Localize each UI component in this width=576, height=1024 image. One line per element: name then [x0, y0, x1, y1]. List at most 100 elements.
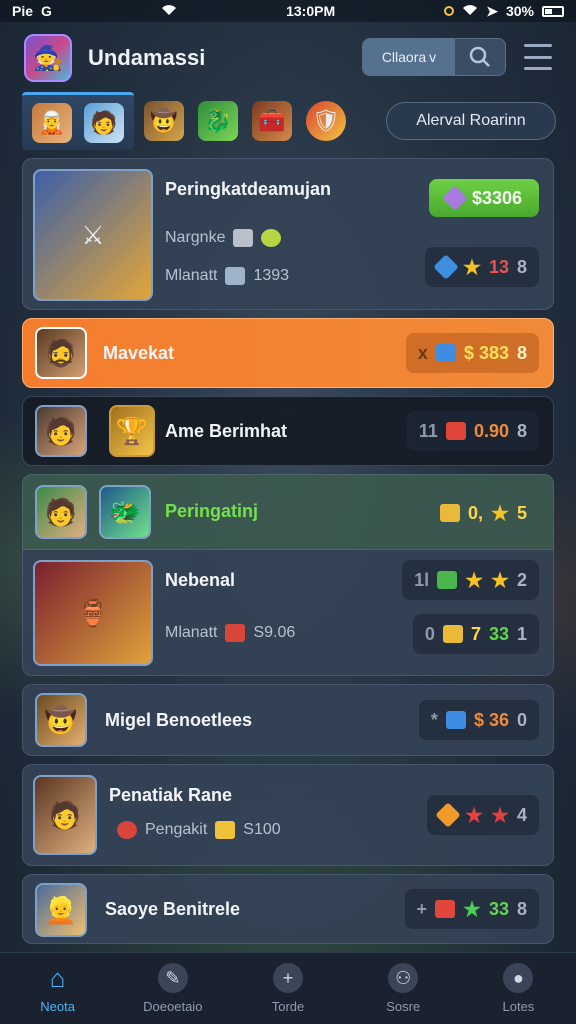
nav-add[interactable]: + Torde [230, 953, 345, 1024]
stat-mark: 0 [424, 623, 435, 644]
nav-label: Torde [271, 999, 305, 1014]
mail-icon [435, 344, 456, 362]
menu-button[interactable] [524, 44, 552, 70]
player-avatar: 🧔 [35, 327, 87, 379]
stat-count: 8 [516, 342, 527, 363]
item-title: Migel Benoetlees [105, 710, 253, 730]
wifi-icon [161, 3, 177, 19]
star-icon: ★ [491, 569, 509, 592]
stat-count: 8 [516, 256, 527, 277]
location-icon: ➤ [486, 2, 498, 19]
alarm-icon [444, 6, 455, 16]
shield-icon[interactable]: 🛡 [306, 101, 346, 141]
flame-shield-icon [117, 821, 137, 839]
menu-bar [524, 67, 552, 70]
leaf-icon [261, 229, 282, 247]
star-icon: ★ [465, 804, 484, 827]
trophy-icon: 🏆 [109, 405, 155, 457]
search-icon [469, 46, 490, 67]
item-title: Penatiak Rane [109, 785, 233, 805]
list-item-highlighted[interactable]: 🧔 Mavekat x $ 383 8 [22, 318, 554, 388]
list-item[interactable]: 🧑 🏆 Ame Berimhat 11 0.90 8 [22, 396, 554, 466]
stat-value: $ 383 [463, 342, 509, 363]
ranking-button[interactable]: Alerval Roarinn [386, 102, 556, 140]
status-left: Pie G [12, 3, 52, 19]
stat-count: 8 [516, 420, 527, 441]
filter-dropdown[interactable]: Cllaora v [363, 39, 455, 75]
category-bar: 🧝 🧑 🤠 🐉 🧰 🛡 Alerval Roarinn [22, 92, 556, 150]
item-sub-value: 1393 [253, 267, 290, 284]
item-subline: Mlanatt S9.06 [165, 624, 295, 642]
nav-explore[interactable]: ✎ Doeoetaio [115, 953, 230, 1024]
plus-icon: + [273, 963, 303, 993]
bag-icon [215, 821, 236, 839]
stat-value: $ 36 [473, 709, 509, 730]
list-item[interactable]: ⚔ Peringkatdeamujan Nargnke Mlanatt 1393… [22, 158, 554, 310]
chest-icon[interactable]: 🧰 [252, 101, 292, 141]
list-item[interactable]: 👱 Saoye Benitrele + ★ 33 8 [22, 874, 554, 944]
list-item[interactable]: 🧑 Penatiak Rane Pengakit S100 ★ ★ 4 [22, 764, 554, 866]
nav-label: Sosre [386, 999, 421, 1014]
bottom-nav: ⌂ Neota ✎ Doeoetaio + Torde ⚇ Sosre ● Lo… [0, 952, 576, 1024]
buy-price: $3306 [471, 187, 523, 208]
potion-icon [225, 624, 246, 642]
key-icon [225, 267, 246, 285]
stat-mark: * [430, 709, 438, 730]
item-sub-label: Nargnke [165, 229, 226, 246]
hero-avatar-icon[interactable]: 🧝 [32, 102, 72, 143]
knight-avatar-icon[interactable]: 🧑 [84, 102, 124, 143]
carrier-label-2: G [41, 3, 52, 19]
list-item[interactable]: 🤠 Migel Benoetlees * $ 36 0 [22, 684, 554, 756]
item-title: Peringkatdeamujan [165, 179, 332, 199]
relic-portrait: 🏺 [33, 560, 153, 666]
stat-count: 0 [516, 709, 527, 730]
status-bar: Pie G 13:0PM ➤ 30% [0, 0, 576, 22]
filter-label: Cllaora [381, 49, 427, 65]
nav-profile[interactable]: ● Lotes [461, 953, 576, 1024]
stat-mark: x [417, 342, 428, 363]
item-sub-label: Mlanatt [165, 267, 218, 284]
nav-label: Lotes [502, 999, 535, 1014]
item-sub-value: S100 [243, 821, 281, 838]
stat-mark: 11 [418, 420, 438, 441]
stat-box: ★ ★ 4 [427, 795, 539, 835]
nav-label: Neota [40, 999, 75, 1014]
list-item[interactable]: 🧑 🐲 Peringatinj 0, ★ 5 [22, 474, 554, 550]
item-title: Peringatinj [165, 501, 259, 521]
item-title: Mavekat [103, 343, 175, 363]
search-button[interactable] [455, 39, 505, 75]
user-icon: ● [503, 963, 534, 993]
star-icon: ★ [463, 256, 481, 279]
stat-box-2: 0 7 33 1 [412, 614, 539, 654]
amber-icon [435, 802, 461, 828]
stat-value-green: 33 [488, 623, 509, 644]
app-header: 🧙 Undamassi Cllaora v [0, 28, 576, 88]
player-avatar: 👱 [35, 883, 87, 937]
mail-icon [445, 422, 466, 440]
menu-bar [524, 44, 552, 47]
ranking-list: ⚔ Peringkatdeamujan Nargnke Mlanatt 1393… [22, 158, 554, 952]
filter-group: Cllaora v [362, 38, 506, 76]
item-sub-label: Pengakit [145, 821, 208, 838]
people-icon: ⚇ [388, 963, 419, 993]
stat-box: 0, ★ 5 [428, 493, 539, 533]
nav-social[interactable]: ⚇ Sosre [346, 953, 461, 1024]
buy-button[interactable]: $3306 [429, 179, 539, 217]
dragon-icon[interactable]: 🐉 [198, 101, 238, 141]
wifi-icon-2 [462, 3, 478, 19]
star-icon: ★ [491, 502, 509, 525]
stat-value: 0, [468, 502, 484, 523]
nav-home[interactable]: ⌂ Neota [0, 953, 115, 1024]
coin-stack-icon [233, 229, 254, 247]
stat-count: 1 [516, 623, 527, 644]
list-item[interactable]: 🏺 Nebenal 1l ★ ★ 2 Mlanatt S9.06 0 7 33 … [22, 550, 554, 676]
status-right: ➤ 30% [444, 3, 564, 20]
adventurer-icon[interactable]: 🤠 [144, 101, 184, 141]
stat-box: * $ 36 0 [418, 700, 539, 740]
category-tab-active[interactable]: 🧝 🧑 [22, 92, 134, 150]
stat-value: 33 [488, 898, 509, 919]
category-icons: 🤠 🐉 🧰 🛡 [144, 101, 346, 141]
app-title: Undamassi [88, 45, 206, 70]
mail-icon [435, 900, 456, 918]
item-title: Ame Berimhat [165, 421, 288, 441]
